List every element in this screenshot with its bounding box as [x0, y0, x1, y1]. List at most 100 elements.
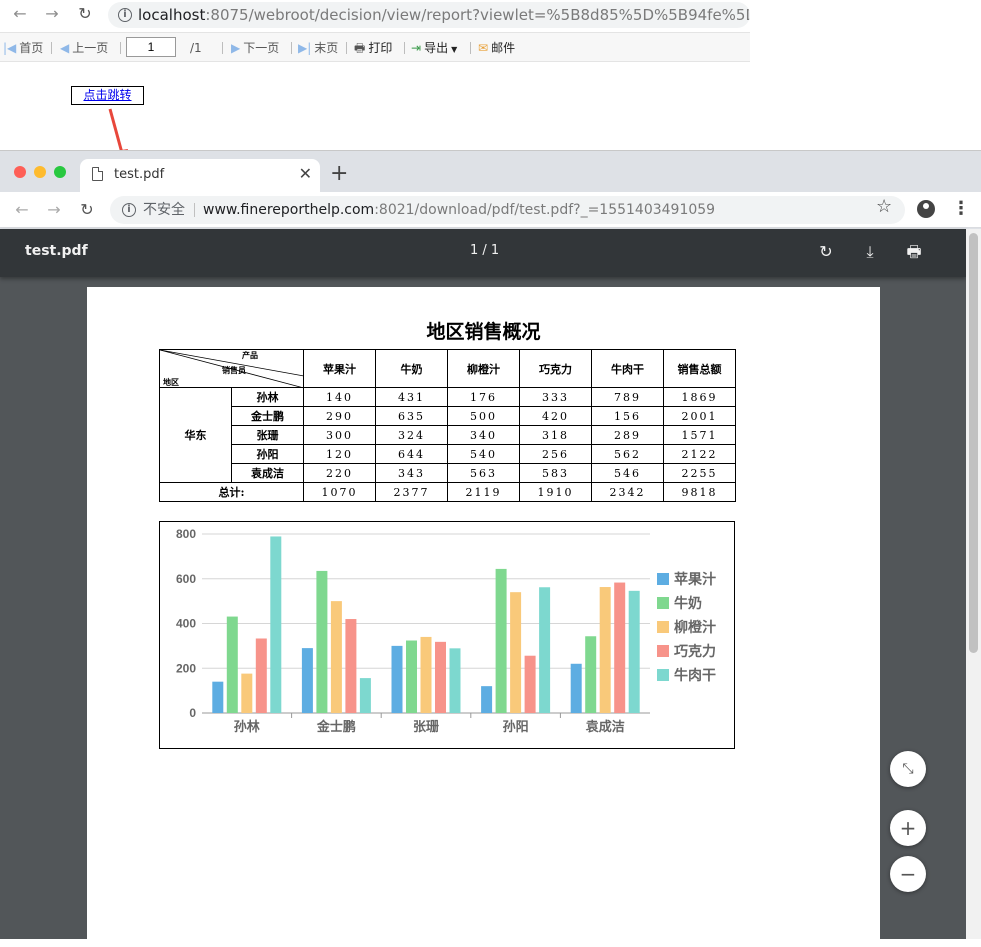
fit-page-icon[interactable]: ⤡ [890, 751, 926, 787]
y-tick-label: 0 [189, 706, 196, 720]
chart-bar [539, 587, 551, 713]
next-page-button[interactable]: ▶ 下一页 [231, 39, 279, 57]
zoom-out-icon[interactable]: − [890, 856, 926, 892]
tab-title: test.pdf [114, 167, 165, 182]
value-cell: 1571 [663, 425, 736, 445]
info-icon[interactable]: i [122, 203, 136, 217]
chart-bar [585, 636, 597, 713]
print-icon[interactable]: 🖶 [902, 240, 926, 264]
mail-label: 邮件 [491, 41, 516, 55]
legend-swatch [657, 597, 669, 609]
salesperson-cell: 张珊 [231, 425, 304, 445]
export-icon: ⇥ [411, 41, 422, 55]
pdf-address-bar: ← → ↻ i 不安全 www.finereporthelp.com:8021/… [0, 192, 981, 228]
pdf-url-host: www.finereporthelp.com [203, 202, 375, 218]
salesperson-cell: 袁成洁 [231, 463, 304, 483]
x-tick-label: 孙阳 [503, 719, 529, 735]
last-page-label: 末页 [314, 41, 339, 55]
toolbar-divider [404, 42, 405, 54]
chart-bar [359, 678, 371, 713]
sales-chart: 0 200 400 600 800 孙林 金士鹏 张珊 孙阳 袁成洁 苹果汁 牛奶 柳橙汁 巧克力 牛肉干 [159, 521, 735, 749]
table-header-row: 产品 销售员 地区 苹果汁 牛奶 柳橙汁 巧克力 牛肉干 销售总额 [159, 349, 736, 388]
last-page-button[interactable]: ▶| 末页 [298, 39, 338, 57]
value-cell: 333 [519, 387, 592, 407]
scrollbar-thumb[interactable] [969, 233, 978, 653]
new-tab-icon[interactable]: + [330, 161, 348, 187]
total-cell: 2119 [447, 482, 520, 502]
value-cell: 343 [375, 463, 448, 483]
report-title: 地区销售概况 [426, 321, 541, 343]
header-salesperson-label: 销售员 [222, 365, 246, 375]
chart-bar [316, 570, 328, 713]
y-tick-label: 400 [176, 617, 196, 631]
export-label: 导出 [424, 41, 449, 55]
maximize-window-icon[interactable] [54, 166, 66, 178]
table-row: 张珊 300 324 340 318 289 1571 [160, 425, 736, 445]
page-number-input[interactable] [126, 37, 176, 57]
reload-icon[interactable]: ↻ [75, 4, 95, 24]
column-header: 巧克力 [519, 349, 592, 388]
pdf-viewer: test.pdf 1 / 1 ↻ ⤓ 🖶 地区销售概况 产品 销售员 地区 苹果… [0, 229, 981, 947]
toolbar-divider [222, 42, 223, 54]
mail-button[interactable]: ✉ 邮件 [478, 39, 515, 57]
first-page-button[interactable]: |◀ 首页 [3, 39, 43, 57]
zoom-in-icon[interactable]: + [890, 810, 926, 846]
value-cell: 635 [375, 406, 448, 426]
prev-page-button[interactable]: ◀ 上一页 [60, 39, 108, 57]
chart-bar [226, 616, 238, 713]
chart-bar [330, 601, 342, 713]
reload-icon[interactable]: ↻ [77, 200, 97, 220]
back-arrow-icon[interactable]: ← [12, 200, 32, 220]
back-arrow-icon[interactable]: ← [10, 4, 30, 24]
chart-bar [570, 663, 582, 713]
minimize-window-icon[interactable] [34, 166, 46, 178]
rotate-icon[interactable]: ↻ [814, 240, 838, 264]
chart-bar [599, 587, 611, 713]
pdf-url-field[interactable]: i 不安全 www.finereporthelp.com:8021/downlo… [110, 196, 905, 224]
value-cell: 563 [447, 463, 520, 483]
prev-page-icon: ◀ [60, 41, 70, 55]
salesperson-cell: 孙林 [231, 387, 304, 407]
value-cell: 290 [303, 406, 376, 426]
jump-link[interactable]: 点击跳转 [71, 86, 144, 105]
value-cell: 500 [447, 406, 520, 426]
download-icon[interactable]: ⤓ [858, 240, 882, 264]
printer-icon: 🖶 [354, 41, 366, 55]
forward-arrow-icon[interactable]: → [44, 200, 64, 220]
toolbar-divider [120, 42, 121, 54]
url-divider [194, 203, 195, 217]
bookmark-star-icon[interactable]: ☆ [876, 196, 892, 217]
forward-arrow-icon[interactable]: → [42, 4, 62, 24]
pdf-url-path: :8021/download/pdf/test.pdf?_=1551403491… [374, 202, 716, 218]
legend-swatch [657, 669, 669, 681]
info-icon[interactable]: i [118, 8, 132, 22]
print-button[interactable]: 🖶 打印 [354, 39, 392, 57]
close-tab-icon[interactable]: ✕ [299, 163, 312, 185]
x-tick-label: 金士鹏 [316, 719, 356, 735]
value-cell: 2255 [663, 463, 736, 483]
value-cell: 562 [591, 444, 664, 464]
next-page-label: 下一页 [243, 41, 280, 55]
column-header: 柳橙汁 [447, 349, 520, 388]
x-tick-label: 张珊 [413, 720, 439, 735]
header-region-label: 地区 [163, 377, 179, 387]
chart-bar [345, 619, 357, 713]
legend-label: 牛肉干 [674, 667, 716, 684]
salesperson-cell: 孙阳 [231, 444, 304, 464]
chart-bar [510, 592, 522, 713]
export-button[interactable]: ⇥ 导出 ▼ [411, 39, 457, 57]
chart-bar [435, 641, 446, 713]
total-cell: 1910 [519, 482, 592, 502]
top-url-field[interactable]: i localhost:8075/webroot/decision/view/r… [108, 2, 750, 28]
chart-bar [391, 645, 403, 713]
tab-test-pdf[interactable]: test.pdf ✕ [80, 159, 320, 192]
value-cell: 156 [591, 406, 664, 426]
more-menu-icon[interactable]: ⋮ [952, 197, 970, 221]
pdf-page-indicator: 1 / 1 [470, 243, 500, 258]
not-secure-label: 不安全 [143, 202, 185, 218]
value-cell: 1869 [663, 387, 736, 407]
chart-bar [241, 673, 253, 713]
value-cell: 176 [447, 387, 520, 407]
profile-icon[interactable] [917, 200, 935, 218]
close-window-icon[interactable] [14, 166, 26, 178]
